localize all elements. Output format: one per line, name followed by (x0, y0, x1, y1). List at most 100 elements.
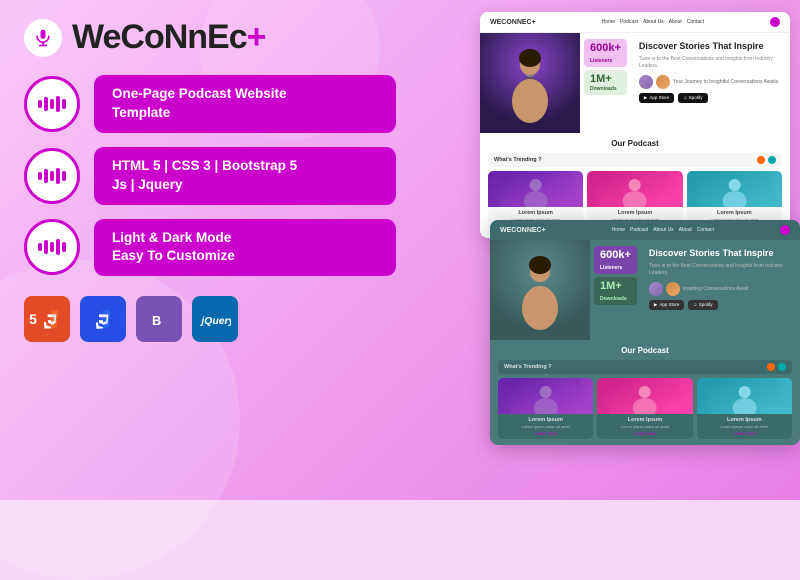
preview-dark-mode: WECONNEC+ Home Podcast About Us About Co… (490, 220, 800, 445)
feature-label-box-3: Light & Dark ModeEasy To Customize (94, 219, 396, 277)
html5-icon (37, 305, 65, 333)
mini-avatar-2 (656, 75, 670, 89)
spotify-badge: ♫ Spotify (678, 93, 707, 103)
hero-image-dark (490, 240, 590, 340)
trending-dot-orange-light (757, 156, 765, 164)
stat-600k-light: 600k+ Listeners (584, 39, 627, 67)
wave-icon-3 (38, 239, 66, 255)
card-img-3-light (687, 171, 782, 207)
brand-name-text: WeCoNnEc (72, 18, 247, 56)
hero-sub-light: Tune in to the Best Conversations and In… (639, 56, 782, 70)
podcast-section-dark: Our Podcast What's Trending ? (490, 340, 800, 445)
preview-logo-dark: WECONNEC+ (500, 227, 546, 234)
podcast-title-dark: Our Podcast (498, 346, 792, 355)
card-body-2-dark: Lorem Ipsum Lorem ipsum dolor sit amet L… (597, 414, 692, 439)
css3-icon (89, 305, 117, 333)
brand-title: WeCoNnEc+ (72, 18, 265, 57)
nav-links-light: Home Podcast About Us About Contact (602, 19, 704, 25)
bootstrap-icon: B (145, 305, 173, 333)
stat-600k-dark: 600k+ Listeners (594, 246, 637, 274)
app-badges-dark: ▶ App Store ♫ Spotify (649, 300, 792, 310)
trending-text-light: What's Trending ? (494, 157, 541, 163)
css3-badge (80, 296, 126, 342)
wave-icon-2 (38, 168, 66, 184)
feature-label-text-2: HTML 5 | CSS 3 | Bootstrap 5Js | Jquery (112, 157, 378, 195)
logo-row: WeCoNnEc+ (24, 18, 396, 57)
trending-dots-light (757, 156, 776, 164)
hero-image-light (480, 33, 580, 133)
html5-badge: 5 (24, 296, 70, 342)
mini-avatar-1 (639, 75, 653, 89)
right-panel: WECONNEC+ Home Podcast About Us About Co… (420, 0, 800, 500)
mini-avatar-3 (649, 282, 663, 296)
mini-avatar-row-light: Your Journey to Insightful Conversations… (639, 75, 782, 89)
svg-text:B: B (152, 313, 161, 328)
stat-1m-dark: 1M+ Downloads (594, 277, 637, 305)
podcast-card-1-dark: Lorem Ipsum Lorem ipsum dolor sit amet L… (498, 378, 593, 439)
feature-circle-2 (24, 148, 80, 204)
jquery-badge: jQuery (192, 296, 238, 342)
trending-text-dark: What's Trending ? (504, 364, 551, 370)
mic-icon-circle (24, 19, 62, 57)
preview-nav-light: WECONNEC+ Home Podcast About Us About Co… (480, 12, 790, 33)
mini-avatar-row-dark: Inspiring Conversations Await (649, 282, 792, 296)
tech-icons-row: 5 (24, 296, 396, 342)
trending-dot-teal-light (768, 156, 776, 164)
hero-stats-light: 600k+ Listeners 1M+ Downloads (580, 33, 631, 133)
features-list: One-Page Podcast WebsiteTemplate HTML 5 … (24, 75, 396, 276)
left-panel: WeCoNnEc+ One-Page Podcast WebsiteTemp (0, 0, 420, 500)
card-body-3-dark: Lorem Ipsum Lorem ipsum dolor sit amet L… (697, 414, 792, 439)
preview-light-mode: WECONNEC+ Home Podcast About Us About Co… (480, 12, 790, 238)
card-img-3-dark (697, 378, 792, 414)
hero-headline-dark: Discover Stories That Inspire (649, 248, 792, 260)
hero-person-svg-dark (490, 240, 590, 340)
brand-plus: + (247, 18, 266, 56)
hero-person-svg-light (480, 33, 580, 133)
app-store-badge-dark: ▶ App Store (649, 300, 684, 310)
hero-content-dark: Discover Stories That Inspire Tune in to… (641, 240, 800, 340)
bootstrap-badge: B (136, 296, 182, 342)
podcast-card-2-dark: Lorem Ipsum Lorem ipsum dolor sit amet L… (597, 378, 692, 439)
hero-sub-dark: Tune in to the Best Conversations and In… (649, 263, 792, 277)
trending-dots-dark (767, 363, 786, 371)
mini-text-dark: Inspiring Conversations Await (683, 286, 749, 292)
nav-dot-dark (780, 225, 790, 235)
feature-label-text-3: Light & Dark ModeEasy To Customize (112, 229, 378, 267)
feature-label-text-1: One-Page Podcast WebsiteTemplate (112, 85, 378, 123)
podcast-card-3-dark: Lorem Ipsum Lorem ipsum dolor sit amet L… (697, 378, 792, 439)
feature-item-1: One-Page Podcast WebsiteTemplate (24, 75, 396, 133)
preview-nav-dark: WECONNEC+ Home Podcast About Us About Co… (490, 220, 800, 240)
mini-text-light: Your Journey to Insightful Conversations… (673, 79, 778, 85)
feature-label-box-2: HTML 5 | CSS 3 | Bootstrap 5Js | Jquery (94, 147, 396, 205)
hero-headline-light: Discover Stories That Inspire (639, 41, 782, 53)
preview-logo-light: WECONNEC+ (490, 19, 536, 26)
spotify-badge-dark: ♫ Spotify (688, 300, 717, 310)
trending-dot-teal-dark (778, 363, 786, 371)
card-body-1-dark: Lorem Ipsum Lorem ipsum dolor sit amet L… (498, 414, 593, 439)
feature-item-2: HTML 5 | CSS 3 | Bootstrap 5Js | Jquery (24, 147, 396, 205)
trending-bar-light: What's Trending ? (488, 153, 782, 167)
trending-bar-dark: What's Trending ? (498, 360, 792, 374)
preview-hero-dark: 600k+ Listeners 1M+ Downloads Discover S… (490, 240, 800, 340)
card-img-1-light (488, 171, 583, 207)
podcast-title-light: Our Podcast (488, 139, 782, 148)
card-img-1-dark (498, 378, 593, 414)
svg-text:jQuery: jQuery (199, 316, 231, 327)
app-store-badge: ▶ App Store (639, 93, 674, 103)
nav-dot-light (770, 17, 780, 27)
hero-stats-dark: 600k+ Listeners 1M+ Downloads (590, 240, 641, 340)
feature-circle-3 (24, 219, 80, 275)
jquery-icon: jQuery (199, 305, 231, 333)
wave-icon-1 (38, 96, 66, 112)
mic-icon (33, 28, 53, 48)
feature-circle-1 (24, 76, 80, 132)
app-badges-light: ▶ App Store ♫ Spotify (639, 93, 782, 103)
stat-1m-light: 1M+ Downloads (584, 70, 627, 95)
mini-avatar-4 (666, 282, 680, 296)
preview-hero-light: 600k+ Listeners 1M+ Downloads Discover S… (480, 33, 790, 133)
card-img-2-dark (597, 378, 692, 414)
trending-dot-orange-dark (767, 363, 775, 371)
feature-label-box-1: One-Page Podcast WebsiteTemplate (94, 75, 396, 133)
hero-content-light: Discover Stories That Inspire Tune in to… (631, 33, 790, 133)
feature-item-3: Light & Dark ModeEasy To Customize (24, 219, 396, 277)
